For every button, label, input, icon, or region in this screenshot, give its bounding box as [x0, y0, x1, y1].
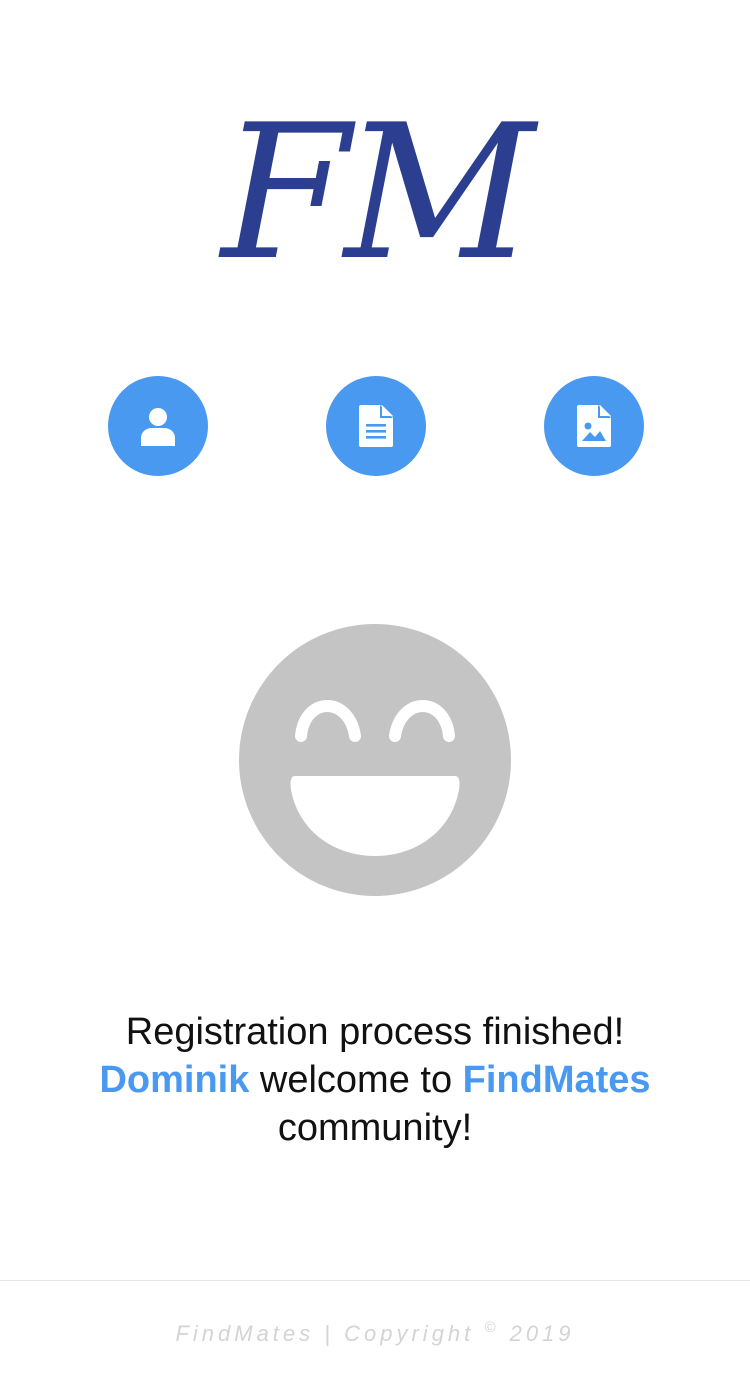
message-line-community: community! — [277, 1107, 473, 1149]
message-line-finished: Registration process finished! — [125, 1011, 625, 1053]
findmates-logo: FM — [221, 84, 535, 301]
registration-message: Registration process finished! Dominik w… — [0, 1008, 750, 1152]
footer-brand: FindMates — [175, 1321, 315, 1346]
image-file-icon — [577, 405, 611, 447]
footer-copyright-label: Copyright — [344, 1321, 485, 1346]
copyright-symbol: © — [484, 1319, 500, 1336]
registration-complete-page: FM Registration process finished! Domini… — [0, 0, 750, 1382]
welcome-text: welcome to — [249, 1059, 463, 1101]
step-profile-button[interactable] — [108, 376, 208, 476]
footer-separator: | — [314, 1321, 345, 1346]
user-icon — [141, 408, 175, 446]
registration-steps — [0, 376, 750, 476]
footer: FindMates | Copyright © 2019 — [0, 1280, 750, 1382]
user-name: Dominik — [99, 1059, 250, 1101]
footer-copyright: FindMates | Copyright © 2019 — [0, 1319, 750, 1347]
footer-year: 2019 — [499, 1321, 575, 1346]
brand-name: FindMates — [462, 1059, 651, 1101]
grinning-face-icon — [239, 624, 511, 896]
step-photo-button[interactable] — [544, 376, 644, 476]
step-details-button[interactable] — [326, 376, 426, 476]
document-icon — [359, 405, 393, 447]
message-line-welcome: Dominik welcome to FindMates — [0, 1056, 750, 1104]
